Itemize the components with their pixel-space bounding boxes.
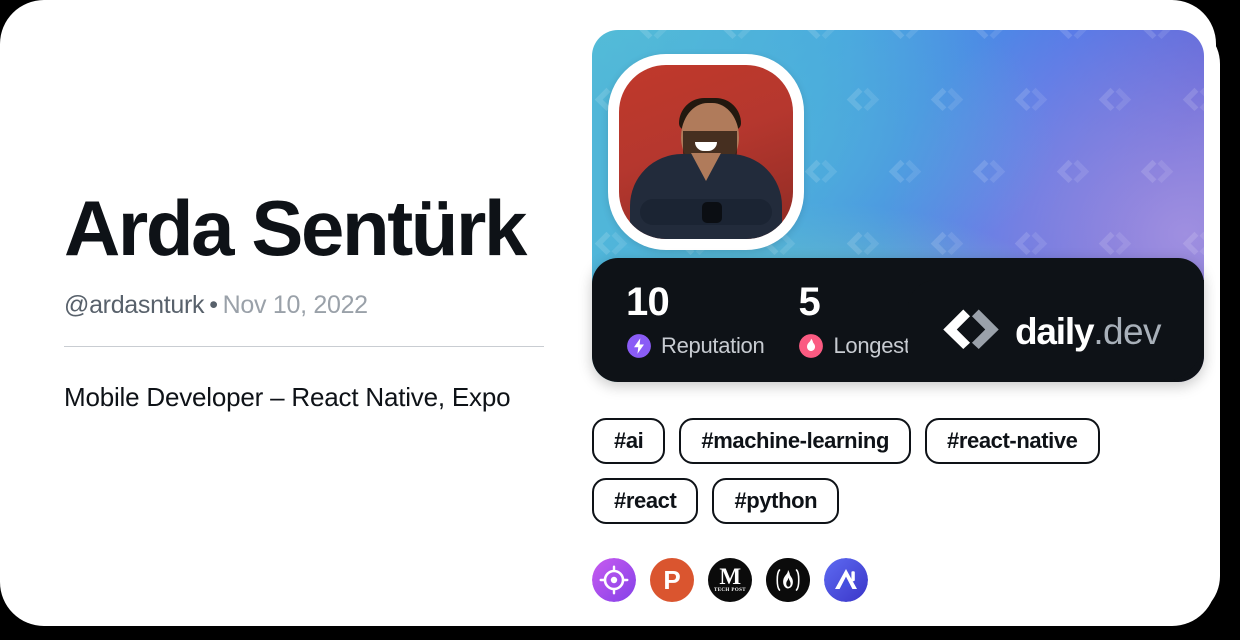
producthunt-source-icon[interactable]: P bbox=[650, 558, 694, 602]
profile-bio: Mobile Developer – React Native, Expo bbox=[64, 381, 511, 412]
stat-reputation: 10 Reputation bbox=[626, 282, 798, 359]
flame-source-icon[interactable] bbox=[766, 558, 810, 602]
mtechpost-letter: M bbox=[719, 564, 741, 590]
ai-source-icon[interactable] bbox=[824, 558, 868, 602]
joined-date: Nov 10, 2022 bbox=[222, 291, 368, 320]
tag-chip[interactable]: #python bbox=[712, 478, 840, 524]
brand-name: daily.dev bbox=[1015, 310, 1161, 352]
avatar-photo bbox=[619, 65, 793, 239]
avatar-photo-watch bbox=[702, 202, 722, 223]
reputation-bolt-icon bbox=[626, 333, 652, 359]
tag-list: #ai #machine-learning #react-native #rea… bbox=[592, 418, 1204, 524]
tag-chip[interactable]: #react-native bbox=[924, 418, 1100, 464]
daily-dev-badge: daily.dev bbox=[908, 280, 1204, 382]
stat-reputation-value: 10 bbox=[626, 279, 670, 324]
tag-chip[interactable]: #react bbox=[592, 478, 699, 524]
profile-meta: @ardasnturk • Nov 10, 2022 bbox=[64, 292, 554, 320]
producthunt-letter: P bbox=[663, 564, 681, 595]
avatar bbox=[608, 54, 804, 250]
tag-chip[interactable]: #ai bbox=[592, 418, 666, 464]
meta-separator-dot: • bbox=[209, 291, 218, 320]
mtechpost-source-icon[interactable]: M TECH POST bbox=[708, 558, 752, 602]
profile-handle: @ardasnturk bbox=[64, 291, 205, 320]
daily-dev-logo-icon bbox=[942, 308, 1000, 354]
target-source-icon[interactable] bbox=[592, 558, 636, 602]
profile-card-screen: Arda Sentürk @ardasnturk • Nov 10, 2022 Mo… bbox=[0, 0, 1240, 640]
page-title: Arda Sentürk bbox=[64, 184, 527, 272]
profile-details: Arda Sentürk @ardasnturk • Nov 10, 2022 Mo… bbox=[64, 184, 554, 417]
streak-flame-icon bbox=[798, 333, 824, 359]
mtechpost-subtitle: TECH POST bbox=[713, 587, 747, 593]
section-divider bbox=[64, 345, 544, 347]
source-list: P M TECH POST bbox=[592, 558, 868, 602]
tag-chip[interactable]: #machine-learning bbox=[679, 418, 911, 464]
profile-visuals: 10 Reputation 5 Longest streak #ai #mach… bbox=[592, 30, 1204, 602]
stat-reputation-label: Reputation bbox=[661, 332, 765, 358]
profile-card: Arda Sentürk @ardasnturk • Nov 10, 2022 Mo… bbox=[0, 0, 1216, 626]
